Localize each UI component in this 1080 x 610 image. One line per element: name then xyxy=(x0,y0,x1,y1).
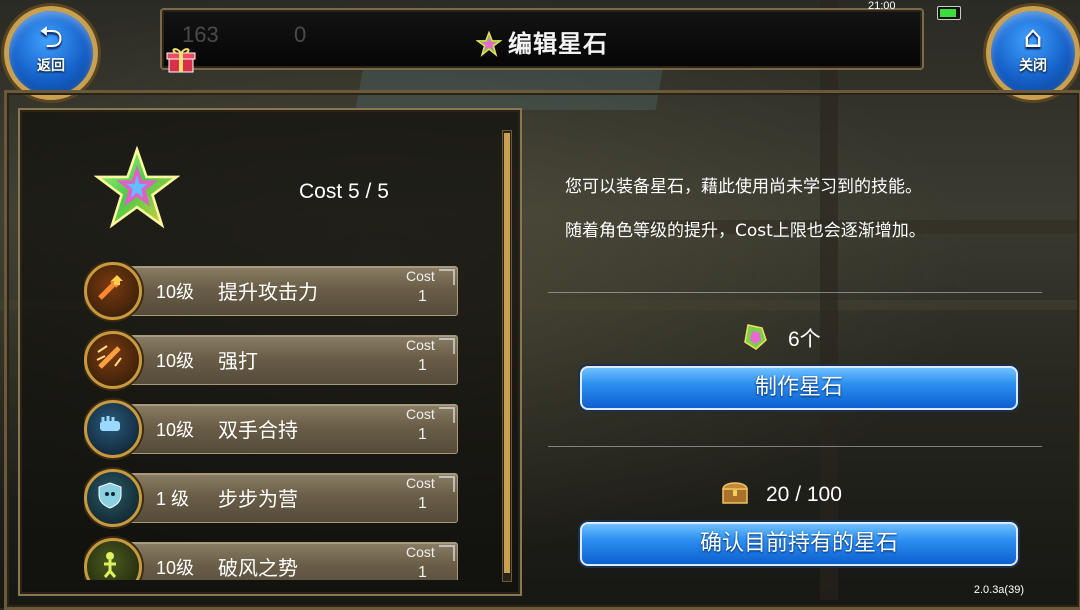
home-icon: ⌂ xyxy=(1023,20,1043,55)
battery-icon xyxy=(937,6,961,20)
sword-up-icon xyxy=(84,262,142,320)
skill-cost-value: 1 xyxy=(418,495,427,512)
confirm-owned-stones-button[interactable]: 确认目前持有的星石 xyxy=(580,522,1018,566)
close-button[interactable]: ⌂ 关闭 xyxy=(986,6,1080,100)
storage-count: 20 / 100 xyxy=(766,483,842,506)
divider xyxy=(548,292,1042,293)
large-star-stone-icon xyxy=(94,146,180,229)
back-label: 返回 xyxy=(37,58,65,74)
skill-row[interactable]: 10级 强打 Cost 1 xyxy=(84,331,458,389)
skill-cost-value: 1 xyxy=(418,426,427,443)
description-line-1: 您可以装备星石，藉此使用尚未学习到的技能。 xyxy=(565,177,922,197)
gauntlet-icon xyxy=(84,400,142,458)
page-title-text: 编辑星石 xyxy=(508,30,608,58)
skill-level: 1 级 xyxy=(156,489,190,509)
skill-cost-label: Cost xyxy=(406,337,435,353)
craft-star-stone-button[interactable]: 制作星石 xyxy=(580,366,1018,410)
skill-cost-label: Cost xyxy=(406,544,435,560)
skill-name: 步步为营 xyxy=(218,487,298,511)
skill-name: 强打 xyxy=(218,349,258,373)
skill-level: 10级 xyxy=(156,420,195,440)
skill-cost-value: 1 xyxy=(418,357,427,374)
crystal-icon xyxy=(744,324,767,350)
crystal-count: 6个 xyxy=(788,328,821,351)
back-arrow-icon: ⮌ xyxy=(38,20,64,55)
skill-level: 10级 xyxy=(156,282,195,302)
treasure-chest-icon xyxy=(722,482,748,504)
version-label: 2.0.3a(39) xyxy=(973,584,1024,596)
skill-list: 10级 提升攻击力 Cost 1 10级 强打 Cost 1 10级 双手合持 … xyxy=(84,262,464,580)
star-stone-icon xyxy=(476,31,502,57)
skill-list-scrollbar[interactable] xyxy=(502,130,512,582)
skill-row[interactable]: 10级 双手合持 Cost 1 xyxy=(84,400,458,458)
storage-count-row: 20 / 100 xyxy=(720,478,842,507)
skill-name: 破风之势 xyxy=(218,556,298,580)
close-label: 关闭 xyxy=(1019,58,1047,74)
shield-skull-icon xyxy=(84,469,142,527)
cost-total: Cost 5 / 5 xyxy=(299,180,389,203)
skill-cost-value: 1 xyxy=(418,288,427,305)
skill-cost-label: Cost xyxy=(406,475,435,491)
description-line-2: 随着角色等级的提升，Cost上限也会逐渐增加。 xyxy=(565,221,926,241)
sword-strike-icon xyxy=(84,331,142,389)
crystal-count-row: 6个 xyxy=(740,322,821,353)
back-button[interactable]: ⮌ 返回 xyxy=(4,6,98,100)
skill-row[interactable]: 1 级 步步为营 Cost 1 xyxy=(84,469,458,527)
gift-icon[interactable] xyxy=(166,46,196,74)
skill-level: 10级 xyxy=(156,351,195,371)
skill-name: 双手合持 xyxy=(218,418,298,442)
divider xyxy=(548,446,1042,447)
title-bar: 163 0 编辑星石 xyxy=(160,8,924,70)
page-title: 编辑星石 xyxy=(162,24,922,59)
skill-cost-label: Cost xyxy=(406,406,435,422)
skill-cost-label: Cost xyxy=(406,268,435,284)
skill-name: 提升攻击力 xyxy=(218,280,318,304)
skill-row[interactable]: 10级 提升攻击力 Cost 1 xyxy=(84,262,458,320)
skill-level: 10级 xyxy=(156,558,195,578)
status-time: 21:00 xyxy=(868,0,896,12)
skill-row[interactable]: 10级 破风之势 Cost 1 xyxy=(84,538,458,580)
skill-cost-value: 1 xyxy=(418,564,427,580)
